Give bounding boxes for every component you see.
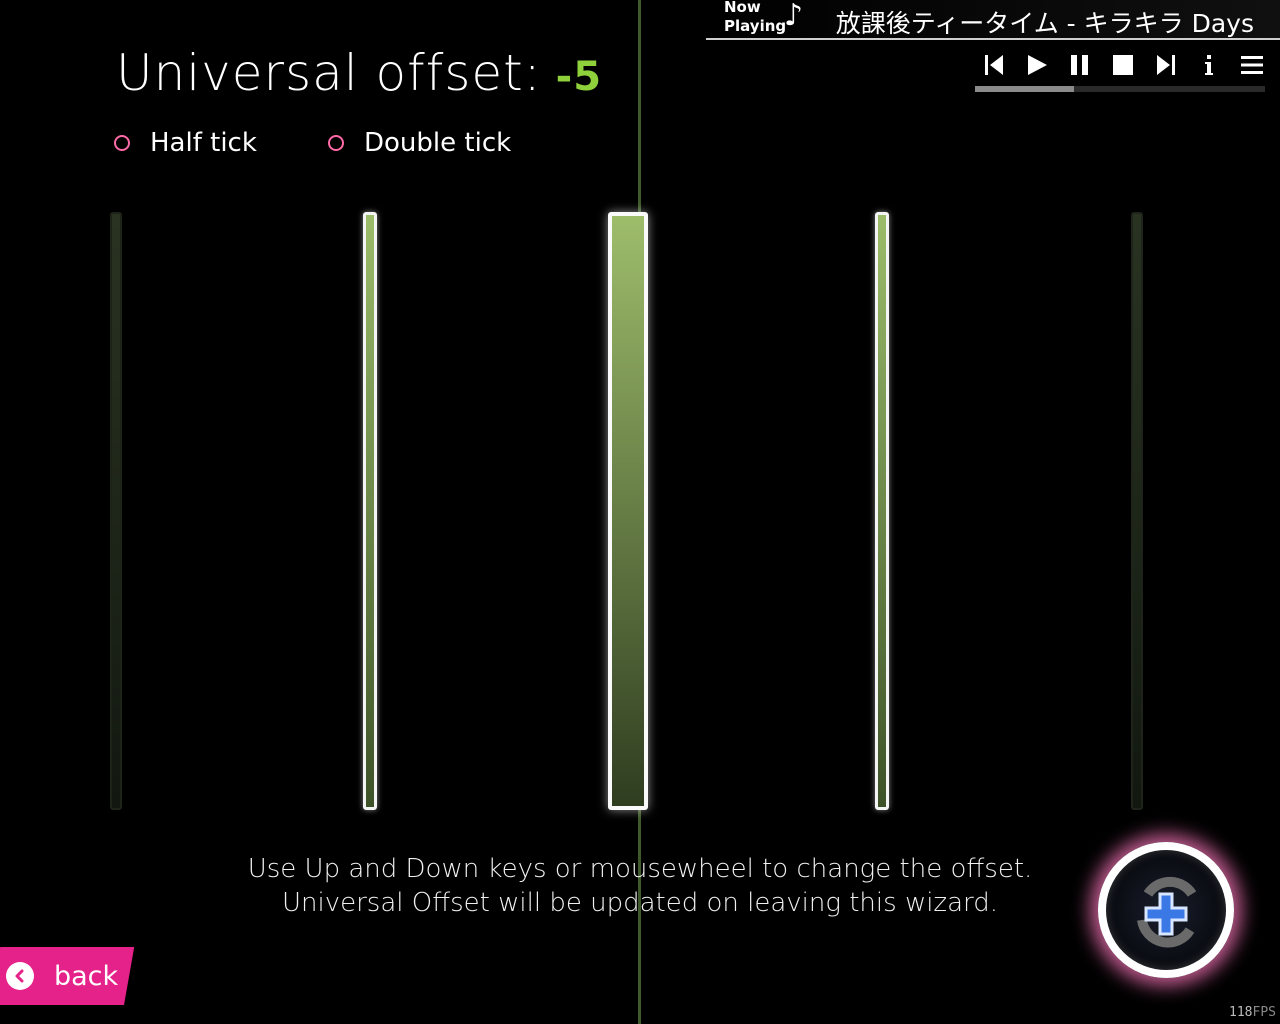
chevron-left-icon: [6, 962, 34, 990]
song-progress-bar[interactable]: [975, 86, 1265, 92]
instructions-line-2: Universal Offset will be updated on leav…: [281, 888, 999, 918]
fps-counter: 118FPS: [1229, 1005, 1276, 1020]
tick-bar-far-left: [110, 212, 122, 810]
now-playing-bar: Now Playing ♪ 放課後ティータイム - キラキラ Days: [706, 0, 1280, 40]
info-icon[interactable]: [1195, 52, 1223, 78]
offset-value: -5: [555, 54, 603, 100]
next-icon[interactable]: [1152, 52, 1180, 78]
radio-icon[interactable]: [328, 135, 344, 151]
tick-bar-main: [608, 212, 648, 810]
page-title: Universal offset: -5: [116, 44, 602, 102]
loading-plus-icon: [1137, 876, 1197, 948]
now-playing-title[interactable]: 放課後ティータイム - キラキラ Days: [836, 4, 1254, 40]
half-tick-label: Half tick: [150, 128, 257, 158]
stop-icon[interactable]: [1109, 52, 1137, 78]
now-playing-label: Now Playing: [724, 0, 786, 36]
tick-bar-left: [363, 212, 377, 810]
pause-icon[interactable]: [1066, 52, 1094, 78]
title-label: Universal offset:: [116, 44, 542, 102]
instructions: Use Up and Down keys or mousewheel to ch…: [0, 852, 1280, 920]
now-playing-label-line-2: Playing: [724, 17, 787, 35]
music-controls: [980, 52, 1266, 78]
back-button[interactable]: back: [0, 947, 124, 1005]
fps-unit: FPS: [1252, 1005, 1276, 1020]
back-label: back: [54, 960, 119, 992]
double-tick-label: Double tick: [364, 128, 512, 158]
tick-bar-right: [875, 212, 889, 810]
tick-bar-far-right: [1131, 212, 1143, 810]
radio-icon[interactable]: [114, 135, 130, 151]
cursor-orb: [1098, 842, 1234, 978]
previous-icon[interactable]: [980, 52, 1008, 78]
menu-icon[interactable]: [1238, 52, 1266, 78]
half-tick-option[interactable]: Half tick: [114, 128, 257, 158]
now-playing-label-line-1: Now: [724, 0, 761, 16]
fps-value: 118: [1229, 1005, 1253, 1020]
music-note-icon: ♪: [784, 0, 804, 33]
song-progress-fill: [975, 86, 1074, 92]
instructions-line-1: Use Up and Down keys or mousewheel to ch…: [247, 854, 1033, 884]
double-tick-option[interactable]: Double tick: [328, 128, 511, 158]
play-icon[interactable]: [1023, 52, 1051, 78]
